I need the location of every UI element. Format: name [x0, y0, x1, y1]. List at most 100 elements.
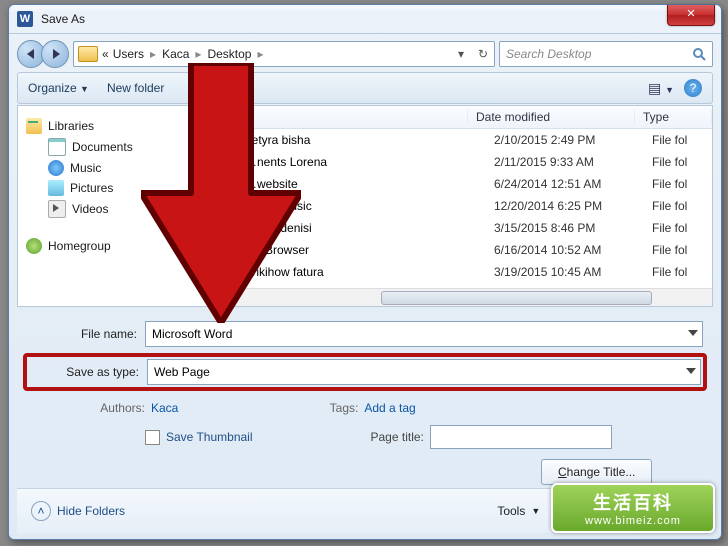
file-date: 2/11/2015 9:33 AM	[494, 155, 644, 169]
chevron-down-icon[interactable]: ▾	[454, 47, 468, 61]
address-bar[interactable]: « Users ▸ Kaca ▸ Desktop ▸ ▾ ↻	[73, 41, 495, 67]
file-type: File fol	[652, 155, 712, 169]
scrollbar-thumb[interactable]	[381, 291, 652, 305]
crumb-desktop[interactable]: Desktop	[207, 47, 251, 61]
new-folder-button[interactable]: New folder	[107, 81, 164, 95]
file-name: …nents Lorena	[245, 155, 486, 169]
search-input[interactable]: Search Desktop	[499, 41, 713, 67]
folder-icon	[219, 153, 237, 171]
chevron-right-icon: ▸	[150, 47, 156, 61]
window-title: Save As	[41, 12, 85, 26]
file-row[interactable]: …one Music12/20/2014 6:25 PMFile fol	[211, 195, 712, 217]
hide-folders-button[interactable]: ˄ Hide Folders	[31, 501, 125, 521]
saveastype-label: Save as type:	[29, 365, 147, 379]
watermark-line2: www.bimeiz.com	[585, 515, 681, 527]
search-placeholder: Search Desktop	[506, 47, 591, 61]
change-title-button[interactable]: CChange Title...hange Title...	[541, 459, 652, 485]
folder-icon	[219, 197, 237, 215]
page-title-input[interactable]	[430, 425, 612, 449]
title-bar: W Save As ✕	[9, 5, 721, 34]
file-type: File fol	[652, 265, 712, 279]
file-date: 3/15/2015 8:46 PM	[494, 221, 644, 235]
saveastype-value: Web Page	[154, 365, 210, 379]
forward-button[interactable]	[41, 40, 69, 68]
file-row[interactable]: …nents Lorena 2/11/2015 9:33 AM File fol	[211, 151, 712, 173]
organize-menu[interactable]: Organize ▼	[28, 81, 89, 95]
folder-icon	[219, 241, 237, 259]
videos-icon	[48, 200, 66, 218]
file-name: detyra bisha	[245, 133, 486, 147]
file-type: File fol	[652, 133, 712, 147]
file-rows: detyra bisha2/10/2015 2:49 PMFile fol…ne…	[211, 129, 712, 288]
filename-value: Microsoft Word	[152, 327, 232, 341]
tools-menu[interactable]: Tools ▼	[497, 504, 540, 518]
horizontal-scrollbar[interactable]	[211, 288, 712, 306]
file-list-pane: Name Date modified Type detyra bisha 2/10…	[211, 106, 712, 306]
crumb-root: «	[102, 47, 109, 61]
nav-pictures[interactable]: Pictures	[48, 180, 206, 196]
nav-documents[interactable]: Documents	[48, 138, 206, 156]
file-name: Wikihow fatura	[245, 265, 486, 279]
authors-label: Authors:	[27, 401, 151, 415]
tags-label: Tags:	[318, 401, 364, 415]
file-date: 6/16/2014 10:52 AM	[494, 243, 644, 257]
file-name: Tor Browser	[245, 243, 486, 257]
file-row[interactable]: Tor Browser 6/16/2014 10:52 AM File fol	[211, 239, 712, 261]
file-row[interactable]: detyra bisha 2/10/2015 2:49 PM File fol	[211, 129, 712, 151]
page-title-label: Page title:	[371, 430, 430, 444]
tags-value[interactable]: Add a tag	[364, 401, 415, 415]
file-name: …website	[245, 177, 486, 191]
nav-bar: « Users ▸ Kaca ▸ Desktop ▸ ▾ ↻ Search De…	[17, 38, 713, 70]
col-date[interactable]: Date modified	[468, 110, 635, 124]
authors-value[interactable]: Kaca	[151, 401, 178, 415]
file-date: 3/19/2015 10:45 AM	[494, 265, 644, 279]
highlight-save-as-type: Save as type: Web Page	[23, 353, 707, 391]
file-row[interactable]: …website 6/24/2014 12:51 AM File fol	[211, 173, 712, 195]
file-type: File fol	[652, 199, 712, 213]
save-as-dialog: W Save As ✕ « Users ▸ Kaca ▸ Desktop ▸ ▾…	[8, 4, 722, 540]
chevron-down-icon[interactable]	[686, 368, 696, 374]
nav-buttons	[17, 40, 69, 68]
nav-libraries[interactable]: Libraries	[26, 118, 206, 134]
col-name[interactable]: Name	[211, 110, 468, 124]
documents-icon	[48, 138, 66, 156]
folder-icon	[219, 175, 237, 193]
chevron-up-icon: ˄	[31, 501, 51, 521]
file-name: …una denisi	[245, 221, 486, 235]
word-icon: W	[17, 11, 33, 27]
file-type: File fol	[652, 177, 712, 191]
close-button[interactable]: ✕	[667, 5, 715, 26]
chevron-down-icon[interactable]	[688, 330, 698, 336]
folder-icon	[78, 46, 98, 62]
chevron-right-icon: ▸	[195, 47, 201, 61]
filename-input[interactable]: Microsoft Word	[145, 321, 703, 347]
nav-homegroup[interactable]: Homegroup	[26, 238, 206, 254]
refresh-icon[interactable]: ↻	[476, 47, 490, 61]
view-menu-icon[interactable]: ▤ ▼	[648, 80, 674, 97]
folder-icon	[219, 131, 237, 149]
toolbar: Organize ▼ New folder ▤ ▼ ?	[17, 72, 713, 104]
crumb-kaca[interactable]: Kaca	[162, 47, 189, 61]
file-type: File fol	[652, 243, 712, 257]
chevron-right-icon: ▸	[257, 47, 263, 61]
file-row[interactable]: …una denisi 3/15/2015 8:46 PM File fol	[211, 217, 712, 239]
folder-icon	[219, 219, 237, 237]
folder-icon	[219, 263, 237, 281]
col-type[interactable]: Type	[635, 110, 712, 124]
crumb-users[interactable]: Users	[113, 47, 144, 61]
file-date: 6/24/2014 12:51 AM	[494, 177, 644, 191]
nav-videos[interactable]: Videos	[48, 200, 206, 218]
file-date: 2/10/2015 2:49 PM	[494, 133, 644, 147]
file-row[interactable]: Wikihow fatura 3/19/2015 10:45 AM File fol	[211, 261, 712, 283]
file-browser: Libraries Documents Music Pictures Video…	[17, 105, 713, 307]
column-headers: Name Date modified Type	[211, 106, 712, 129]
help-icon[interactable]: ?	[684, 79, 702, 97]
nav-music[interactable]: Music	[48, 160, 206, 176]
pictures-icon	[48, 180, 64, 196]
file-name: …one Music	[245, 199, 486, 213]
saveastype-select[interactable]: Web Page	[147, 359, 701, 385]
file-type: File fol	[652, 221, 712, 235]
save-thumbnail-checkbox[interactable]	[145, 430, 160, 445]
navigation-pane: Libraries Documents Music Pictures Video…	[18, 106, 211, 306]
watermark: 生活百科 www.bimeiz.com	[551, 483, 715, 533]
